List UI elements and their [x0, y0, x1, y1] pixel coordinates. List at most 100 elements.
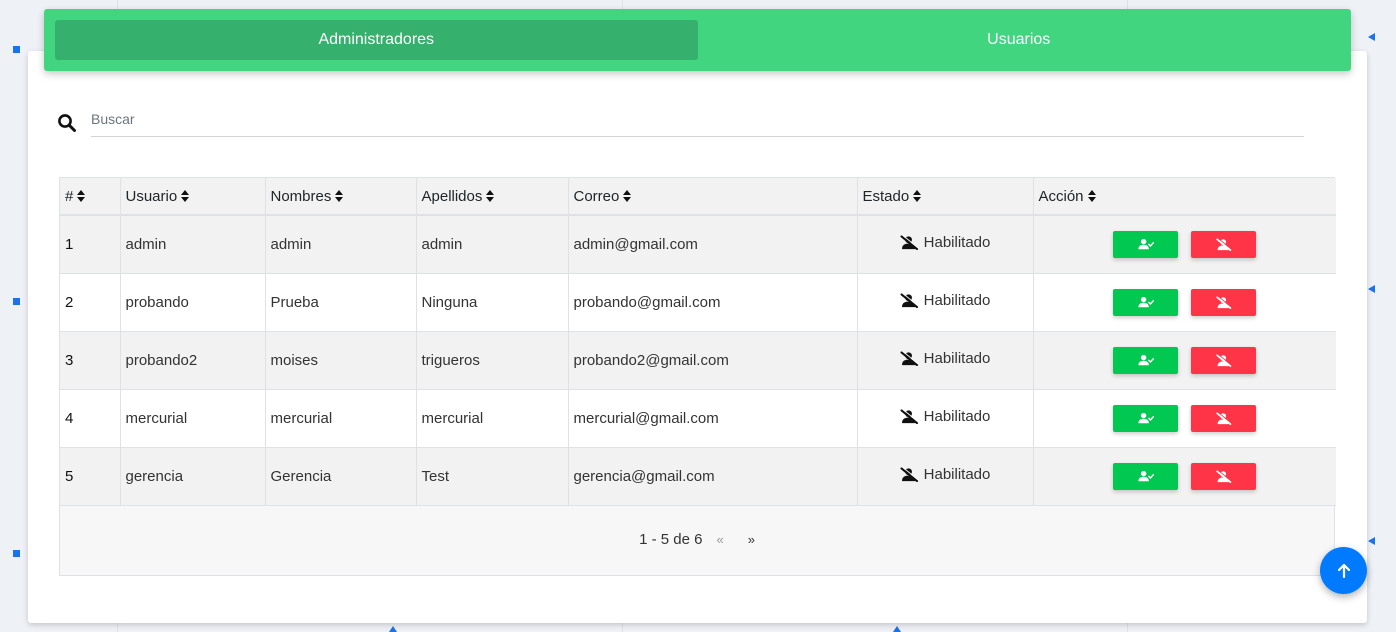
users-table: # Usuario Nombres Apellidos Correo Estad…: [59, 177, 1336, 576]
cell-apellidos: mercurial: [416, 389, 569, 448]
user-check-icon: [1138, 296, 1154, 308]
cell-index: 5: [60, 447, 121, 506]
background-marker: [1368, 285, 1375, 293]
column-header-accion[interactable]: Acción: [1033, 178, 1336, 216]
cell-correo: mercurial@gmail.com: [568, 389, 858, 448]
status-badge: Habilitado: [900, 408, 991, 425]
tab-administradores[interactable]: Administradores: [55, 20, 698, 60]
status-label: Habilitado: [923, 408, 991, 425]
table-row: 2 probando Prueba Ninguna probando@gmail…: [60, 273, 1336, 332]
background-marker: [13, 550, 20, 557]
cell-accion: [1033, 389, 1336, 448]
user-check-icon: [1138, 239, 1154, 250]
cell-usuario: probando: [120, 273, 266, 332]
column-header-estado[interactable]: Estado: [857, 178, 1034, 216]
cell-correo: probando2@gmail.com: [568, 331, 858, 390]
enable-user-button[interactable]: [1113, 404, 1179, 432]
cell-apellidos: trigueros: [416, 331, 569, 390]
enable-user-button[interactable]: [1113, 288, 1179, 316]
status-badge: Habilitado: [900, 234, 991, 252]
pagination: 1 - 5 de 6 « »: [60, 505, 1334, 575]
user-slash-icon: [900, 351, 919, 366]
pagination-prev-button[interactable]: «: [716, 532, 723, 547]
cell-index: 1: [60, 215, 121, 274]
cell-correo: gerencia@gmail.com: [568, 447, 858, 506]
user-slash-icon: [1216, 469, 1232, 483]
user-slash-icon: [1216, 237, 1232, 251]
pagination-next-button[interactable]: »: [748, 532, 755, 547]
cell-estado: Habilitado: [857, 331, 1034, 390]
table-row: 4 mercurial mercurial mercurial mercuria…: [60, 389, 1336, 448]
user-slash-icon: [1216, 295, 1232, 309]
cell-usuario: mercurial: [120, 389, 266, 448]
cell-estado: Habilitado: [857, 215, 1034, 274]
user-check-icon: [1138, 354, 1154, 366]
cell-correo: probando@gmail.com: [568, 273, 858, 332]
sort-icon: [1087, 189, 1096, 202]
search-bar: [57, 108, 1304, 137]
background-marker: [13, 46, 20, 53]
disable-user-button[interactable]: [1191, 230, 1257, 258]
user-slash-icon: [1216, 353, 1232, 367]
column-header-usuario[interactable]: Usuario: [120, 178, 266, 216]
table-header-row: # Usuario Nombres Apellidos Correo Estad…: [60, 178, 1336, 216]
column-header-correo[interactable]: Correo: [568, 178, 858, 216]
user-check-icon: [1138, 412, 1154, 424]
user-slash-icon: [900, 409, 919, 424]
search-icon: [58, 114, 76, 132]
tab-bar: Administradores Usuarios: [44, 9, 1351, 71]
cell-usuario: admin: [120, 215, 266, 274]
background-marker: [13, 298, 20, 305]
background-marker: [1368, 537, 1375, 545]
status-badge: Habilitado: [900, 466, 991, 483]
user-slash-icon: [900, 467, 919, 482]
pagination-range: 1 - 5 de 6: [639, 530, 703, 548]
cell-nombres: mercurial: [265, 389, 417, 448]
cell-estado: Habilitado: [857, 273, 1034, 332]
column-header-nombres[interactable]: Nombres: [265, 178, 417, 216]
disable-user-button[interactable]: [1191, 346, 1257, 374]
search-input[interactable]: [91, 108, 1304, 137]
status-label: Habilitado: [923, 292, 991, 309]
status-label: Habilitado: [923, 234, 991, 252]
cell-estado: Habilitado: [857, 447, 1034, 506]
cell-correo: admin@gmail.com: [568, 215, 858, 274]
sort-icon: [335, 189, 344, 202]
status-label: Habilitado: [923, 466, 991, 483]
cell-estado: Habilitado: [857, 389, 1034, 448]
table-row: 1 admin admin admin admin@gmail.com Habi…: [60, 215, 1336, 274]
sort-icon: [77, 189, 86, 202]
cell-apellidos: admin: [416, 215, 569, 274]
table-row: 3 probando2 moises trigueros probando2@g…: [60, 331, 1336, 390]
cell-nombres: admin: [265, 215, 417, 274]
background-marker: [893, 626, 901, 632]
cell-index: 4: [60, 389, 121, 448]
status-badge: Habilitado: [900, 292, 991, 309]
status-label: Habilitado: [923, 350, 991, 367]
enable-user-button[interactable]: [1113, 230, 1179, 258]
enable-user-button[interactable]: [1113, 346, 1179, 374]
sort-icon: [486, 189, 495, 202]
cell-accion: [1033, 273, 1336, 332]
disable-user-button[interactable]: [1191, 288, 1257, 316]
user-check-icon: [1138, 470, 1154, 482]
cell-usuario: gerencia: [120, 447, 266, 506]
sort-icon: [913, 189, 922, 202]
column-header-apellidos[interactable]: Apellidos: [416, 178, 569, 216]
cell-usuario: probando2: [120, 331, 266, 390]
status-badge: Habilitado: [900, 350, 991, 367]
cell-nombres: moises: [265, 331, 417, 390]
user-slash-icon: [900, 293, 919, 308]
tab-usuarios[interactable]: Usuarios: [698, 20, 1341, 60]
cell-nombres: Gerencia: [265, 447, 417, 506]
disable-user-button[interactable]: [1191, 404, 1257, 432]
scroll-to-top-button[interactable]: [1320, 547, 1367, 594]
enable-user-button[interactable]: [1113, 462, 1179, 490]
column-header-index[interactable]: #: [60, 178, 121, 216]
table-row: 5 gerencia Gerencia Test gerencia@gmail.…: [60, 447, 1336, 506]
cell-accion: [1033, 331, 1336, 390]
disable-user-button[interactable]: [1191, 462, 1257, 490]
cell-index: 2: [60, 273, 121, 332]
user-slash-icon: [1216, 411, 1232, 425]
cell-nombres: Prueba: [265, 273, 417, 332]
